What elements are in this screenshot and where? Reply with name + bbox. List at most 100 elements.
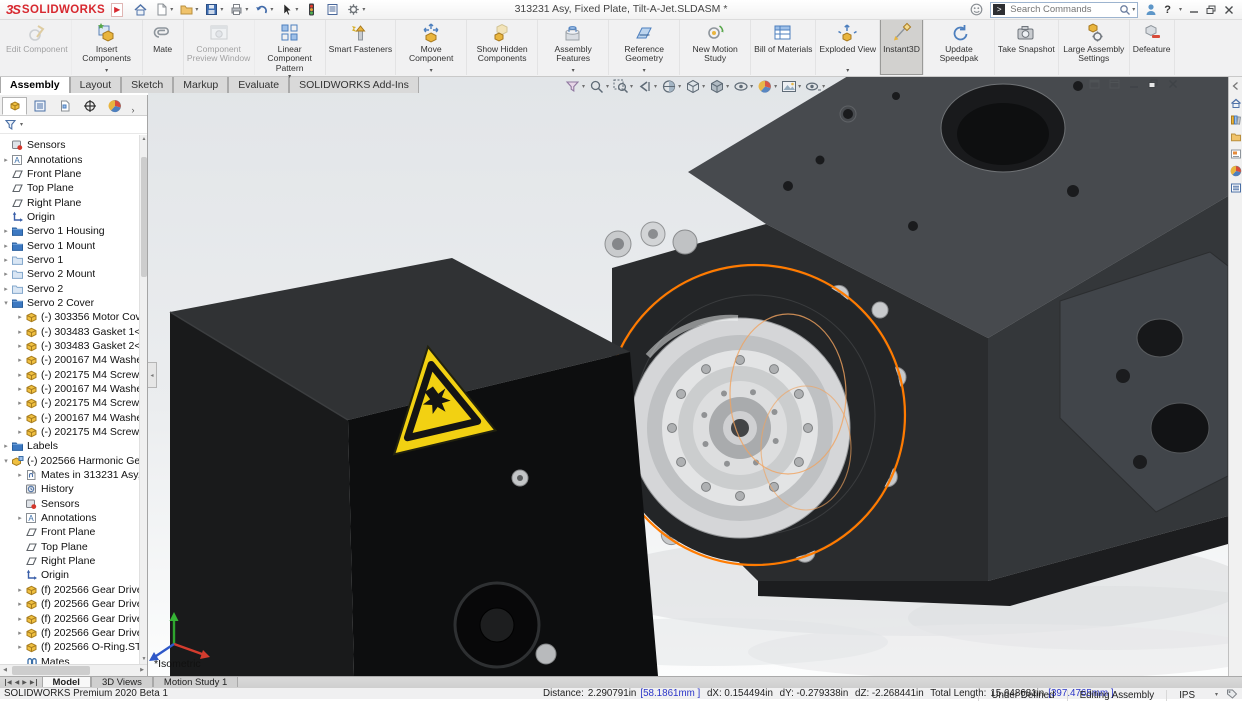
scroll-down-arrow[interactable]: ▼ xyxy=(140,655,148,664)
expand-arrow-icon[interactable]: ▸ xyxy=(15,399,25,407)
zoom-fit-icon[interactable]: ▾ xyxy=(589,79,609,94)
tree-item[interactable]: Sensors xyxy=(0,138,139,152)
dimxpertmanager-tab[interactable] xyxy=(77,97,102,115)
tree-item[interactable]: ▸ Servo 1 Housing xyxy=(0,224,139,238)
tree-item[interactable]: Sensors xyxy=(0,497,139,511)
dropdown-caret-icon[interactable]: ▾ xyxy=(288,73,291,80)
tab-evaluate[interactable]: Evaluate xyxy=(228,76,290,93)
tree-item[interactable]: ▸ (-) 200167 M4 Washer<3> xyxy=(0,411,139,425)
smart-fasteners-button[interactable]: Smart Fasteners xyxy=(326,19,397,75)
scroll-right-arrow[interactable]: ▶ xyxy=(137,665,147,676)
doc-restore-button[interactable] xyxy=(1148,79,1159,92)
tree-item[interactable]: ▸ Servo 2 xyxy=(0,281,139,295)
taskpane-home-icon[interactable] xyxy=(1230,97,1242,109)
filter-dropdown-caret[interactable]: ▾ xyxy=(20,121,23,128)
dropdown-caret-icon[interactable]: ▾ xyxy=(572,67,575,74)
taskpane-expand-icon[interactable] xyxy=(1230,80,1242,92)
expand-arrow-icon[interactable]: ▸ xyxy=(15,629,25,637)
take-snapshot-button[interactable]: Take Snapshot xyxy=(995,19,1059,75)
graphics-area[interactable]: ▾ ▾ ▾ ▾ ▾ ▾ ▾ ▾ ▾ ▾ ▾ ◂ *Isometric xyxy=(148,76,1228,676)
search-scope-icon[interactable]: > xyxy=(993,4,1006,15)
displaymanager-tab[interactable] xyxy=(102,97,127,115)
linear-component-pattern-button[interactable]: Linear Component Pattern ▾ xyxy=(255,19,326,80)
tree-item[interactable]: ▸ (-) 202175 M4 Screw<1> ( xyxy=(0,368,139,382)
move-component-button[interactable]: Move Component ▾ xyxy=(396,19,468,75)
scroll-thumb[interactable] xyxy=(12,666,90,675)
hide-show-items-icon[interactable]: ▾ xyxy=(733,79,753,94)
tree-item[interactable]: ▸ Servo 1 xyxy=(0,253,139,267)
dropdown-caret-icon[interactable]: ▾ xyxy=(105,67,108,74)
instant3d-button[interactable]: Instant3D xyxy=(880,19,924,75)
dropdown-caret-icon[interactable]: ▾ xyxy=(643,67,646,74)
apply-scene-icon[interactable]: ▾ xyxy=(781,79,801,94)
select-icon[interactable]: ▾ xyxy=(277,1,300,18)
doc-close-button[interactable] xyxy=(1168,79,1178,92)
tree-item[interactable]: ▾ Servo 2 Cover xyxy=(0,296,139,310)
restore-button[interactable] xyxy=(1206,5,1217,15)
status-ips[interactable]: IPS xyxy=(1166,689,1207,701)
view-filter-icon[interactable]: ▾ xyxy=(565,79,585,94)
tab-solidworks-add-ins[interactable]: SOLIDWORKS Add-Ins xyxy=(289,76,419,93)
tree-item[interactable]: ▸ (-) 303356 Motor Cover<1> xyxy=(0,310,139,324)
last-tab-arrow[interactable]: ▶ xyxy=(30,679,37,686)
search-input[interactable] xyxy=(1008,3,1120,16)
expand-arrow-icon[interactable]: ▸ xyxy=(15,643,25,651)
expand-arrow-icon[interactable]: ▸ xyxy=(15,514,25,522)
collapse-arrow-icon[interactable]: ▾ xyxy=(1,299,11,307)
rebuild-icon[interactable] xyxy=(302,1,321,18)
configurationmanager-tab[interactable] xyxy=(52,97,77,115)
tree-item[interactable]: ▸ Mates in 313231 Asy, Fixed xyxy=(0,468,139,482)
tree-item[interactable]: Front Plane xyxy=(0,525,139,539)
design-library-icon[interactable] xyxy=(1230,114,1242,126)
tree-item[interactable]: ▸ Servo 1 Mount xyxy=(0,238,139,252)
tree-item[interactable]: Mates xyxy=(0,654,139,664)
doc-minimize-button[interactable] xyxy=(1129,80,1139,92)
previous-tab-arrow[interactable]: ◀ xyxy=(15,679,20,686)
custom-properties-tag-icon[interactable] xyxy=(1226,688,1238,702)
panel-tabs-overflow[interactable]: › xyxy=(127,105,139,115)
new-document-icon[interactable]: ▾ xyxy=(152,1,175,18)
expand-arrow-icon[interactable]: ▸ xyxy=(1,270,11,278)
expand-arrow-icon[interactable]: ▸ xyxy=(1,242,11,250)
help-dropdown-caret[interactable]: ▾ xyxy=(1179,6,1182,13)
tab-assembly[interactable]: Assembly xyxy=(0,76,70,93)
expand-arrow-icon[interactable]: ▸ xyxy=(15,371,25,379)
feedback-icon[interactable] xyxy=(970,3,983,16)
search-dropdown-caret[interactable]: ▾ xyxy=(1132,6,1135,13)
tree-item[interactable]: ▸ (-) 303483 Gasket 1<1> (D xyxy=(0,324,139,338)
scroll-thumb[interactable] xyxy=(141,157,147,277)
view-orientation-icon[interactable]: ▾ xyxy=(685,79,705,94)
tree-item[interactable]: ▸ Labels xyxy=(0,439,139,453)
tree-item[interactable]: ▸ (-) 202175 M4 Screw<3> ( xyxy=(0,425,139,439)
expand-arrow-icon[interactable]: ▸ xyxy=(1,256,11,264)
expand-arrow-icon[interactable]: ▸ xyxy=(15,414,25,422)
new-motion-study-button[interactable]: New Motion Study xyxy=(680,19,752,75)
zoom-area-icon[interactable]: ▾ xyxy=(613,79,633,94)
3d-scene[interactable] xyxy=(148,76,1228,676)
expand-arrow-icon[interactable]: ▸ xyxy=(15,471,25,479)
expand-arrow-icon[interactable]: ▸ xyxy=(15,615,25,623)
logo-flyout-arrow[interactable]: ▶ xyxy=(111,2,124,17)
expand-arrow-icon[interactable]: ▸ xyxy=(15,385,25,393)
home-icon[interactable] xyxy=(131,1,150,18)
expand-arrow-icon[interactable]: ▸ xyxy=(15,428,25,436)
minimize-button[interactable] xyxy=(1189,5,1199,14)
scroll-left-arrow[interactable]: ◀ xyxy=(0,665,10,676)
appearances-scenes-icon[interactable] xyxy=(1230,165,1242,177)
assembly-features-button[interactable]: Assembly Features ▾ xyxy=(538,19,610,75)
tree-item[interactable]: ▸ A Annotations xyxy=(0,511,139,525)
featuremanager-tab[interactable] xyxy=(2,97,27,115)
tree-item[interactable]: ▸ Servo 2 Mount xyxy=(0,267,139,281)
custom-properties-icon[interactable] xyxy=(1230,182,1242,194)
tree-item[interactable]: ▸ (f) 202566 Gear Drive Inner xyxy=(0,611,139,625)
propertymanager-tab[interactable] xyxy=(27,97,52,115)
mate-button[interactable]: Mate xyxy=(143,19,184,75)
doc-window-icon[interactable] xyxy=(1109,79,1120,92)
tree-item[interactable]: ▸ (f) 202566 Gear Drive Inner xyxy=(0,597,139,611)
save-icon[interactable]: ▾ xyxy=(202,1,225,18)
section-view-icon[interactable]: ▾ xyxy=(661,79,681,94)
tree-item[interactable]: ▸ (-) 200167 M4 Washer<1> xyxy=(0,353,139,367)
tab-layout[interactable]: Layout xyxy=(69,76,122,93)
tree-item[interactable]: Front Plane xyxy=(0,167,139,181)
tree-item[interactable]: Top Plane xyxy=(0,181,139,195)
